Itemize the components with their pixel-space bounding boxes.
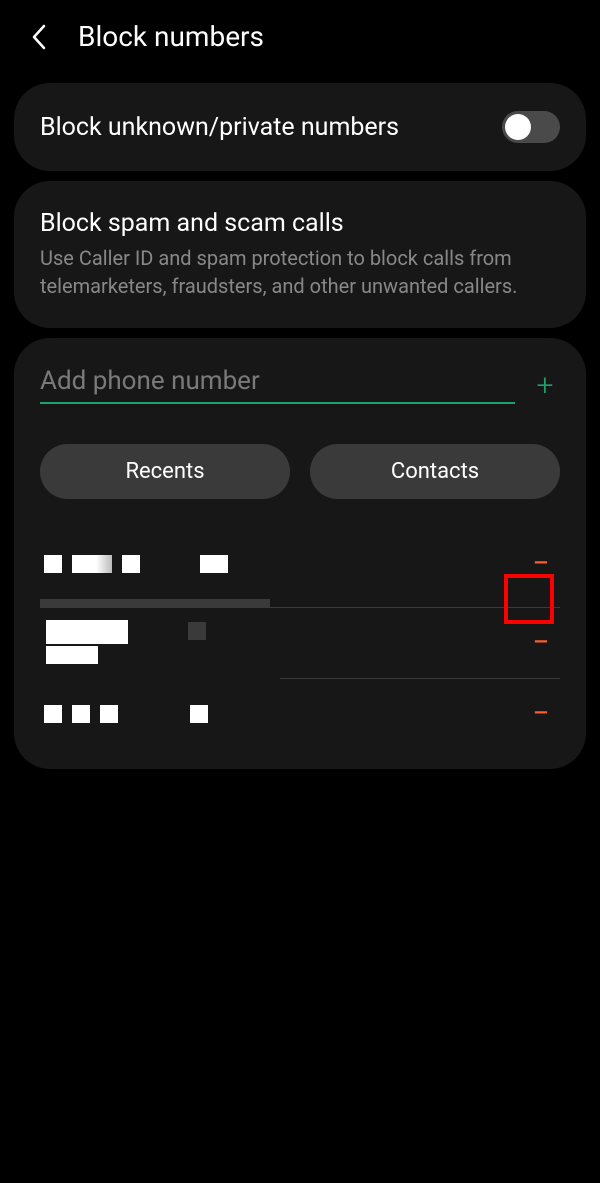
- blocked-list-item: −: [280, 608, 560, 679]
- toggle-knob: [505, 114, 531, 140]
- spam-card-description: Use Caller ID and spam protection to blo…: [40, 244, 560, 300]
- back-icon[interactable]: [30, 23, 48, 51]
- add-section: Add phone number + Recents Contacts −: [14, 338, 586, 769]
- redacted-number: [46, 620, 206, 664]
- header: Block numbers: [0, 0, 600, 73]
- phone-number-input[interactable]: Add phone number: [40, 366, 515, 404]
- redacted-number: [44, 705, 208, 723]
- toggle-row: Block unknown/private numbers: [40, 111, 560, 143]
- input-row: Add phone number +: [40, 366, 560, 404]
- block-unknown-label: Block unknown/private numbers: [40, 113, 399, 142]
- minus-icon[interactable]: −: [526, 699, 556, 729]
- blocked-list-item: −: [40, 529, 560, 608]
- recents-button[interactable]: Recents: [40, 444, 290, 499]
- spam-card[interactable]: Block spam and scam calls Use Caller ID …: [14, 181, 586, 328]
- button-row: Recents Contacts: [40, 444, 560, 499]
- redacted-number: [44, 555, 228, 573]
- spam-card-title: Block spam and scam calls: [40, 209, 560, 238]
- page-title: Block numbers: [78, 20, 264, 53]
- contacts-button[interactable]: Contacts: [310, 444, 560, 499]
- block-unknown-toggle[interactable]: [502, 111, 560, 143]
- toggle-card: Block unknown/private numbers: [14, 83, 586, 171]
- blocked-list: − − −: [40, 529, 560, 749]
- redacted-bar: [40, 599, 270, 607]
- blocked-list-item: −: [40, 679, 560, 749]
- minus-icon[interactable]: −: [526, 549, 556, 579]
- minus-icon[interactable]: −: [526, 628, 556, 658]
- plus-icon[interactable]: +: [530, 368, 560, 403]
